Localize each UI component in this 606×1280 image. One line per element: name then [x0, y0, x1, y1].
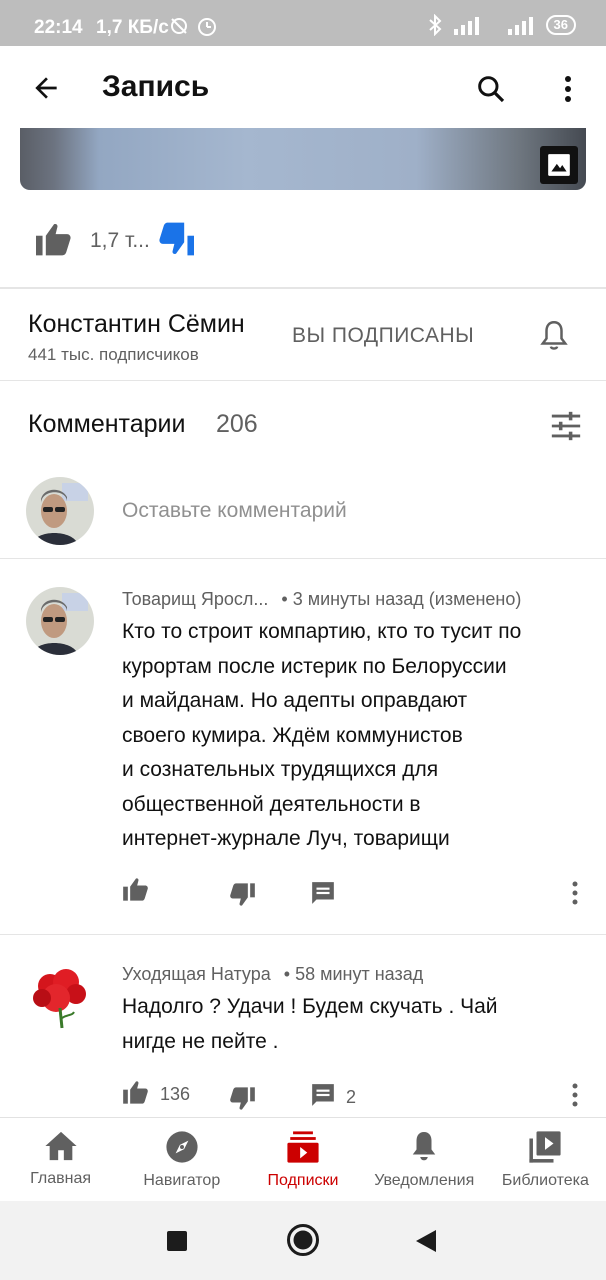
signal-2-icon [507, 17, 533, 35]
status-bar: 22:14 1,7 КБ/с 36 [0, 0, 606, 46]
status-right: 36 [428, 14, 576, 36]
search-icon[interactable] [470, 68, 512, 110]
comment-line: интернет-журнале Луч, товарищи [122, 827, 450, 850]
comment-meta: Товарищ Яросл... • 3 минуты назад (измен… [122, 589, 521, 610]
comment-line: Надолго ? Удачи ! Будем скучать . Чай [122, 995, 498, 1018]
page-title: Запись [102, 70, 210, 103]
battery-indicator: 36 [545, 15, 576, 35]
dislike-icon[interactable] [156, 221, 196, 262]
divider [0, 558, 606, 559]
recents-button[interactable] [166, 1230, 188, 1257]
nav-notifications[interactable]: Уведомления [364, 1118, 485, 1201]
nav-label: Библиотека [501, 1172, 589, 1189]
subscriptions-icon [287, 1131, 319, 1163]
library-icon [529, 1131, 561, 1163]
image-icon [540, 146, 578, 184]
comment-like-icon[interactable] [122, 1079, 150, 1110]
arrow-back-icon[interactable] [26, 68, 66, 108]
bottom-nav: Главная Навигатор Подписки Уведомления Б… [0, 1117, 606, 1201]
like-icon[interactable] [34, 221, 74, 262]
comment-dislike-icon[interactable] [228, 882, 256, 913]
back-button[interactable] [414, 1228, 438, 1259]
sort-filter-icon[interactable] [546, 406, 586, 446]
status-time: 22:14 [34, 17, 83, 38]
comment-dislike-icon[interactable] [228, 1086, 256, 1117]
home-button[interactable] [286, 1223, 320, 1262]
divider [0, 287, 606, 289]
nav-label: Навигатор [143, 1172, 221, 1189]
comment-line: общественной деятельности в [122, 792, 421, 816]
post-actions: 1,7 т... [34, 218, 196, 264]
nav-home[interactable]: Главная [0, 1118, 121, 1201]
bell-icon [412, 1132, 436, 1161]
channel-subscribers: 441 тыс. подписчиков [28, 345, 199, 364]
comment-text: Кто то строит компартию, кто то тусит по… [122, 615, 521, 857]
post-image[interactable] [20, 128, 586, 190]
comment-line: курортам после истерик по Белоруссии [122, 654, 507, 678]
comment-like-count: 136 [160, 1084, 191, 1104]
nav-subscriptions[interactable]: Подписки [242, 1118, 363, 1201]
bluetooth-icon [428, 14, 441, 36]
comment-reply-icon[interactable] [310, 1082, 336, 1113]
status-net-speed: 1,7 КБ/с [96, 17, 169, 38]
home-icon [45, 1131, 77, 1161]
status-notification-icons [170, 15, 220, 43]
my-avatar [26, 477, 94, 545]
bell-icon[interactable] [534, 316, 574, 356]
signal-icon [453, 17, 479, 35]
comment-line: и майданам. Но адепты оправдают [122, 689, 468, 712]
comment-like-icon[interactable] [122, 876, 150, 907]
compass-icon [166, 1131, 198, 1163]
add-comment-input[interactable]: Оставьте комментарий [122, 499, 347, 523]
comment-avatar[interactable] [26, 962, 94, 1030]
comment-meta: Уходящая Натура • 58 минут назад [122, 964, 423, 985]
comment-replies[interactable]: 2 [310, 1082, 356, 1113]
comment-more-icon[interactable] [570, 880, 580, 911]
comment-actions: 136 [122, 1079, 190, 1110]
comment-line: и сознательных трудящихся для [122, 758, 439, 781]
divider [0, 934, 606, 935]
comments-count: 206 [216, 410, 258, 438]
system-nav-bar [0, 1201, 606, 1280]
divider [0, 380, 606, 381]
nav-label: Подписки [267, 1172, 339, 1189]
more-vert-icon[interactable] [550, 68, 586, 110]
nav-library[interactable]: Библиотека [485, 1118, 606, 1201]
comment-author[interactable]: Товарищ Яросл... [122, 589, 268, 609]
comment-reply-count: 2 [346, 1087, 357, 1107]
nav-label: Главная [30, 1170, 92, 1187]
comment-time: • 3 минуты назад (изменено) [281, 589, 522, 609]
nav-explore[interactable]: Навигатор [121, 1118, 242, 1201]
comment-text: Надолго ? Удачи ! Будем скучать . Чай ни… [122, 990, 498, 1059]
comment-author[interactable]: Уходящая Натура [122, 964, 271, 984]
app-bar: Запись [0, 46, 606, 130]
comment-more-icon[interactable] [570, 1082, 580, 1113]
comment-time: • 58 минут назад [283, 964, 424, 984]
like-count: 1,7 т... [90, 229, 150, 252]
channel-name[interactable]: Константин Сёмин [28, 310, 245, 339]
comment-reply-icon[interactable] [310, 880, 336, 911]
comment-avatar[interactable] [26, 587, 94, 655]
comment-line: нигде не пейте . [122, 1029, 279, 1053]
comment-line: своего кумира. Ждём коммунистов [122, 723, 463, 747]
nav-label: Уведомления [374, 1172, 475, 1189]
subscribed-button[interactable]: ВЫ ПОДПИСАНЫ [292, 324, 474, 348]
comment-line: Кто то строит компартию, кто то тусит по [122, 620, 522, 643]
comments-title: Комментарии [28, 410, 186, 438]
